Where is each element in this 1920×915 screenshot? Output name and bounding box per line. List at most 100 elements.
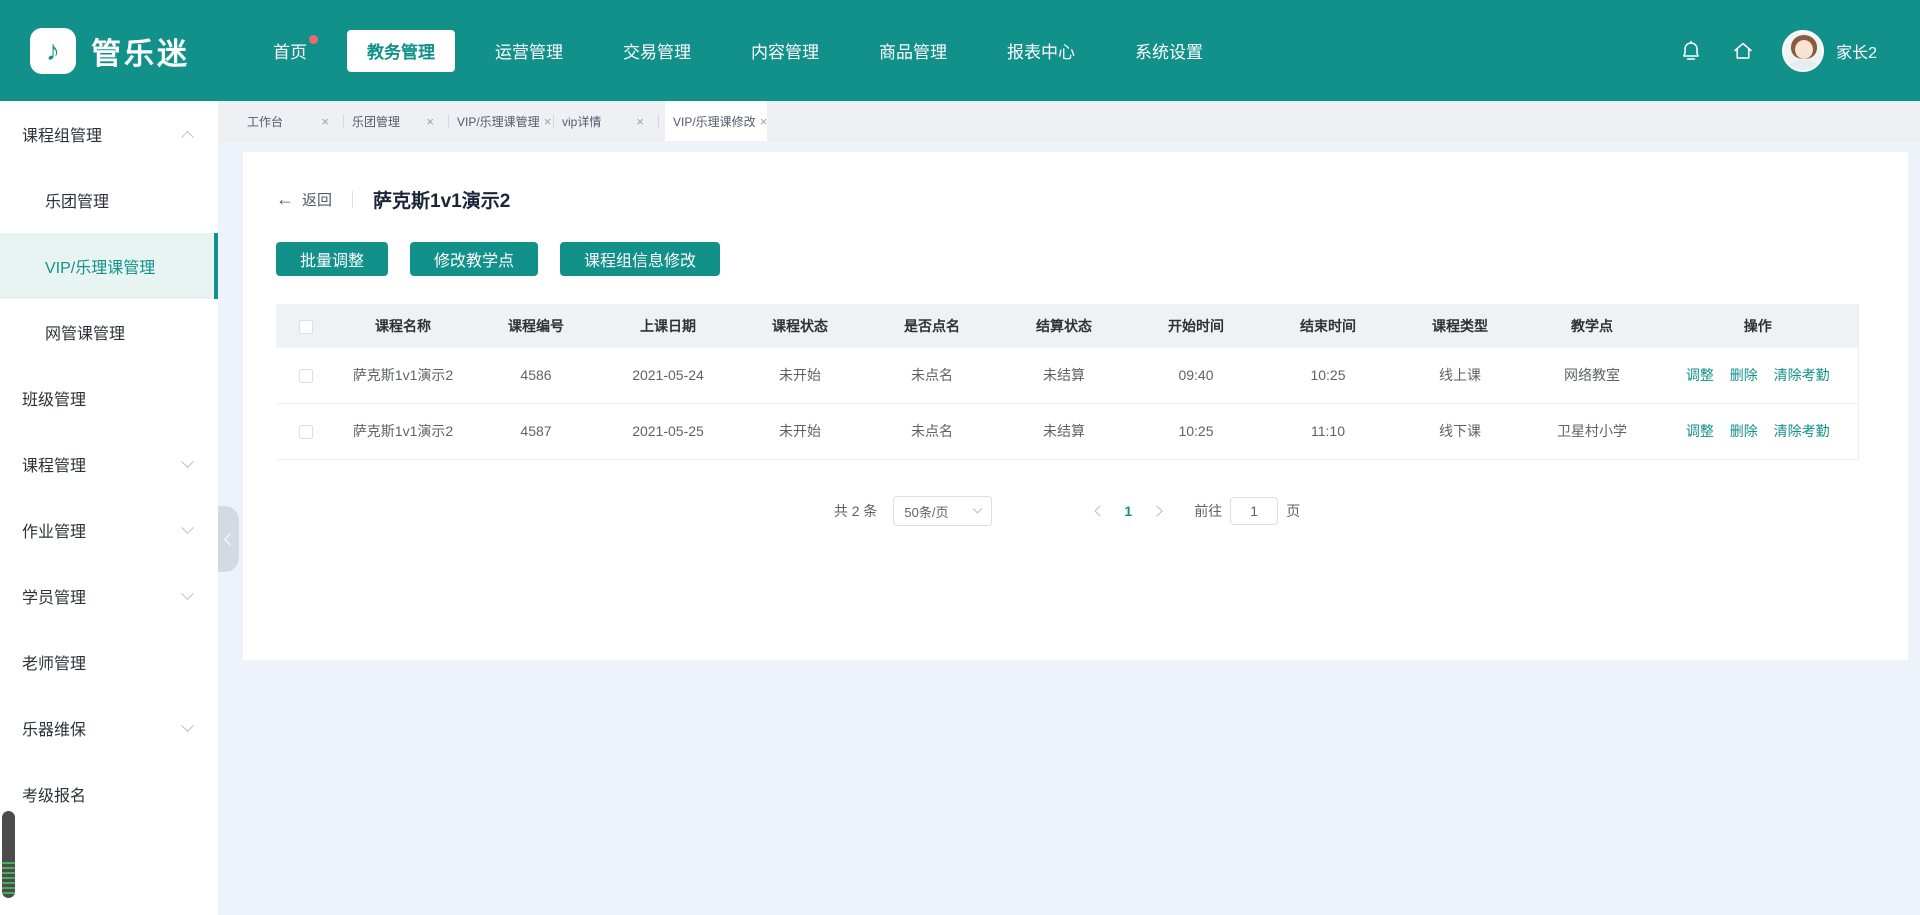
tab-vip-theory-mgmt[interactable]: VIP/乐理课管理 ×	[455, 101, 547, 141]
sidebar-item-homework-mgmt[interactable]: 作业管理	[0, 497, 218, 563]
clear-attendance-link[interactable]: 清除考勤	[1774, 367, 1830, 383]
nav-item-content-mgmt[interactable]: 内容管理	[731, 30, 839, 72]
nav-item-product-mgmt[interactable]: 商品管理	[859, 30, 967, 72]
sidebar-item-course-group-mgmt[interactable]: 课程组管理	[0, 101, 218, 167]
tab-vip-theory-edit[interactable]: VIP/乐理课修改 ×	[665, 101, 767, 141]
sidebar-item-instrument-maintenance[interactable]: 乐器维保	[0, 695, 218, 761]
current-page-number[interactable]: 1	[1124, 503, 1132, 519]
sidebar-item-student-mgmt[interactable]: 学员管理	[0, 563, 218, 629]
sidebar-collapse-handle[interactable]	[218, 506, 239, 572]
page-size-select[interactable]: 50条/页	[893, 496, 992, 526]
close-icon[interactable]: ×	[317, 114, 329, 129]
nav-item-home[interactable]: 首页	[253, 30, 327, 72]
prev-page-button[interactable]	[1088, 501, 1108, 521]
cell-class-date: 2021-05-25	[602, 404, 734, 460]
sidebar-item-course-mgmt[interactable]: 课程管理	[0, 431, 218, 497]
nav-item-system-settings[interactable]: 系统设置	[1115, 30, 1223, 72]
nav-item-report-center[interactable]: 报表中心	[987, 30, 1095, 72]
col-course-status: 课程状态	[734, 304, 866, 348]
tab-workbench[interactable]: 工作台 ×	[245, 101, 337, 141]
close-icon[interactable]: ×	[632, 114, 644, 129]
action-button-row: 批量调整 修改教学点 课程组信息修改	[276, 242, 1908, 276]
chevron-right-icon	[1151, 505, 1162, 516]
edit-teaching-site-button[interactable]: 修改教学点	[410, 242, 538, 276]
sidebar-item-label: 学员管理	[22, 584, 86, 608]
goto-page-input[interactable]	[1230, 497, 1278, 525]
cell-end-time: 11:10	[1262, 404, 1394, 460]
tab-label: 工作台	[247, 113, 283, 130]
adjust-link[interactable]: 调整	[1686, 423, 1714, 439]
scrollbar-stripes	[2, 862, 15, 896]
col-course-type: 课程类型	[1394, 304, 1526, 348]
user-menu[interactable]: 家长2	[1782, 30, 1877, 72]
chevron-down-icon	[181, 587, 194, 600]
delete-link[interactable]: 删除	[1730, 423, 1758, 439]
bell-icon[interactable]	[1678, 38, 1704, 64]
sidebar-item-class-mgmt[interactable]: 班级管理	[0, 365, 218, 431]
select-all-checkbox[interactable]	[299, 320, 313, 334]
content-card: ← 返回 萨克斯1v1演示2 批量调整 修改教学点 课程组信息修改	[243, 152, 1908, 660]
nav-item-academic-mgmt[interactable]: 教务管理	[347, 30, 455, 72]
sidebar-item-band-mgmt[interactable]: 乐团管理	[0, 167, 218, 233]
sidebar-item-teacher-mgmt[interactable]: 老师管理	[0, 629, 218, 695]
chevron-left-icon	[224, 533, 237, 546]
goto-label: 前往	[1194, 501, 1222, 521]
col-start-time: 开始时间	[1130, 304, 1262, 348]
divider	[352, 191, 353, 208]
home-icon[interactable]	[1730, 38, 1756, 64]
avatar	[1782, 30, 1824, 72]
sidebar-item-online-course-mgmt[interactable]: 网管课管理	[0, 299, 218, 365]
tab-band-mgmt[interactable]: 乐团管理 ×	[350, 101, 442, 141]
cell-end-time: 10:25	[1262, 348, 1394, 404]
tab-separator	[343, 114, 344, 129]
sidebar-item-label: 作业管理	[22, 518, 86, 542]
sidebar: 课程组管理 乐团管理 VIP/乐理课管理 网管课管理 班级管理 课程管理 作业管…	[0, 101, 218, 915]
cell-course-code: 4586	[470, 348, 602, 404]
chevron-left-icon	[1094, 505, 1105, 516]
next-page-button[interactable]	[1148, 501, 1168, 521]
cell-settlement: 未结算	[998, 404, 1130, 460]
col-course-name: 课程名称	[336, 304, 470, 348]
row-checkbox[interactable]	[299, 369, 313, 383]
top-nav-bar: ♪ 管乐迷 首页 教务管理 运营管理 交易管理 内容管理 商品管理 报表中心 系…	[0, 0, 1920, 101]
close-icon[interactable]: ×	[422, 114, 434, 129]
edit-course-group-info-button[interactable]: 课程组信息修改	[560, 242, 720, 276]
chevron-down-icon	[181, 719, 194, 732]
cell-teaching-site: 网络教室	[1526, 348, 1658, 404]
table-row: 萨克斯1v1演示2 4587 2021-05-25 未开始 未点名 未结算 10…	[276, 404, 1858, 460]
clear-attendance-link[interactable]: 清除考勤	[1774, 423, 1830, 439]
close-icon[interactable]: ×	[540, 114, 552, 129]
table-header-row: 课程名称 课程编号 上课日期 课程状态 是否点名 结算状态 开始时间 结束时间 …	[276, 304, 1858, 348]
cell-rollcall: 未点名	[866, 404, 998, 460]
col-teaching-site: 教学点	[1526, 304, 1658, 348]
sidebar-item-vip-theory-mgmt[interactable]: VIP/乐理课管理	[0, 233, 218, 299]
tab-separator	[448, 114, 449, 129]
sidebar-item-grading-registration[interactable]: 考级报名	[0, 761, 218, 827]
page-unit-label: 页	[1286, 501, 1300, 521]
col-rollcall: 是否点名	[866, 304, 998, 348]
close-icon[interactable]: ×	[756, 114, 768, 129]
row-checkbox[interactable]	[299, 425, 313, 439]
nav-item-operation-mgmt[interactable]: 运营管理	[475, 30, 583, 72]
adjust-link[interactable]: 调整	[1686, 367, 1714, 383]
cell-course-name: 萨克斯1v1演示2	[336, 348, 470, 404]
batch-adjust-button[interactable]: 批量调整	[276, 242, 388, 276]
cell-start-time: 09:40	[1130, 348, 1262, 404]
total-count-label: 共 2 条	[834, 501, 878, 521]
page-title: 萨克斯1v1演示2	[373, 186, 510, 213]
tab-label: vip详情	[562, 113, 601, 130]
sidebar-item-label: 课程管理	[22, 452, 86, 476]
sidebar-item-label: VIP/乐理课管理	[45, 254, 155, 278]
back-button[interactable]: ← 返回	[276, 189, 332, 210]
cell-course-status: 未开始	[734, 348, 866, 404]
sidebar-item-label: 考级报名	[22, 782, 86, 806]
col-class-date: 上课日期	[602, 304, 734, 348]
col-course-code: 课程编号	[470, 304, 602, 348]
nav-item-trade-mgmt[interactable]: 交易管理	[603, 30, 711, 72]
delete-link[interactable]: 删除	[1730, 367, 1758, 383]
sidebar-item-label: 网管课管理	[45, 320, 125, 344]
tab-vip-detail[interactable]: vip详情 ×	[560, 101, 652, 141]
page-header-row: ← 返回 萨克斯1v1演示2	[276, 186, 1908, 212]
chevron-down-icon	[973, 503, 983, 513]
scrollbar-thumb[interactable]	[2, 811, 15, 898]
